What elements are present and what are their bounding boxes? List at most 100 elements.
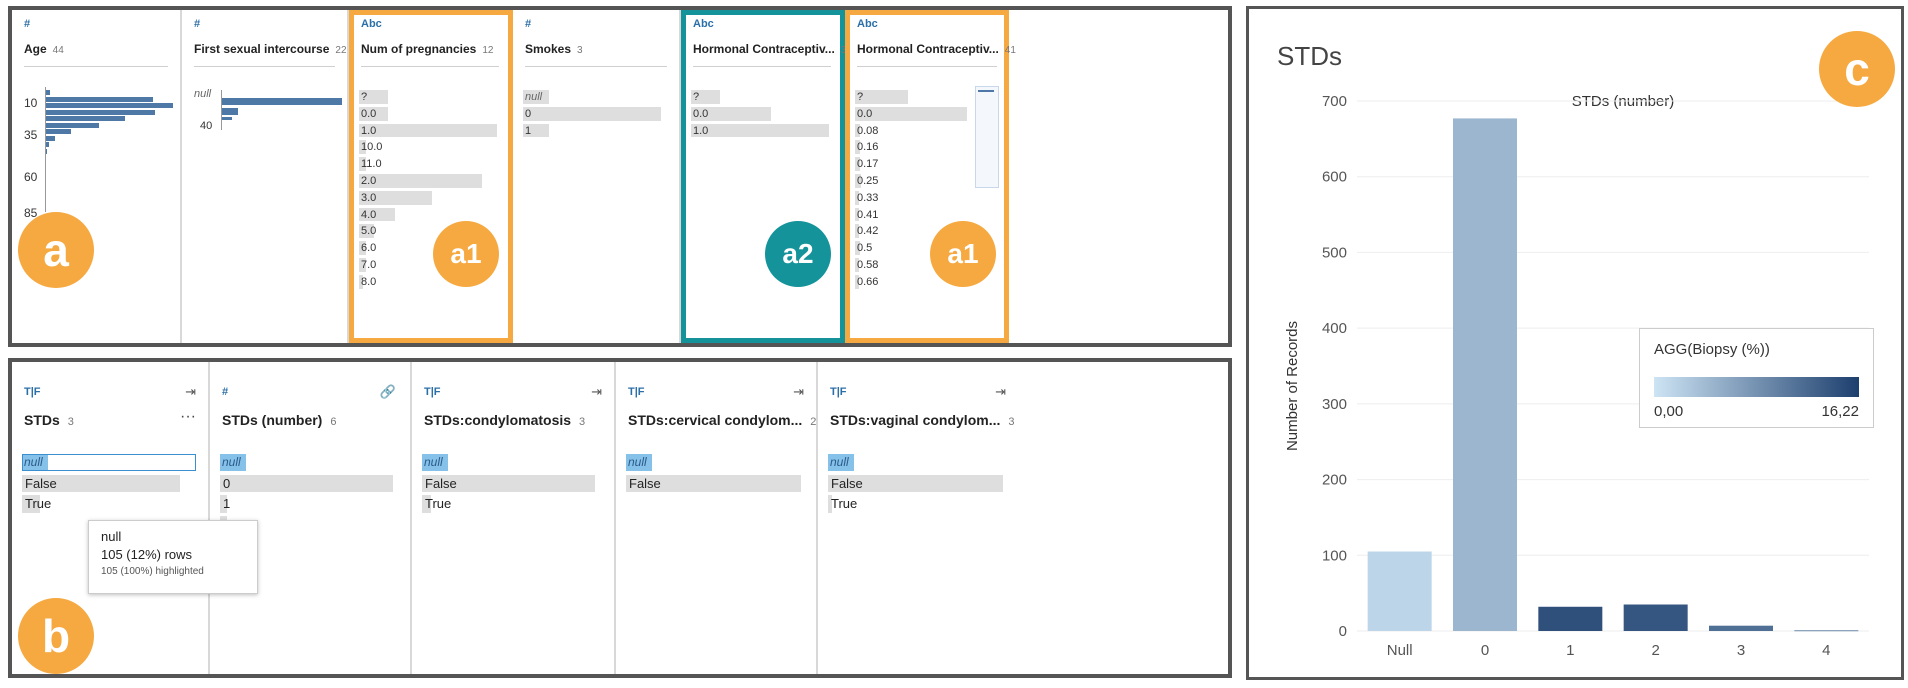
profile-card-hormonal-contraceptives[interactable]: Abc Hormonal Contraceptiv... 3 ? 0.0 1.0 [681, 10, 847, 343]
value-label: 1.0 [361, 124, 377, 137]
profile-card-stds-condylomatosis[interactable]: T|F ⇥ STDs:condylomatosis 3 null False True [412, 362, 616, 674]
card-title: STDs:condylomatosis 3 [424, 412, 586, 428]
legend-gradient [1654, 377, 1859, 397]
badge-c: c [1819, 31, 1895, 107]
chart-bar[interactable] [1367, 551, 1432, 632]
profile-card-stds-vaginal[interactable]: T|F ⇥ STDs:vaginal condylom... 3 null Fals… [818, 362, 1228, 674]
profile-card-stds-number[interactable]: # 🔗 STDs (number)6 null01234 [210, 362, 412, 674]
value-label: ? [361, 91, 368, 103]
x-tick-label: Null [1387, 642, 1413, 659]
axis-line [45, 87, 46, 212]
histogram-bar[interactable] [222, 98, 342, 105]
badge-a1-second: a1 [930, 221, 996, 287]
chart-panel-c: STDs STDs (number) 0 100 200 300 400 500 600 700… [1246, 6, 1904, 680]
value-label: null [830, 455, 849, 469]
selected-value-outline[interactable] [22, 454, 196, 471]
y-tick-label: 200 [1322, 472, 1347, 489]
card-title: Smokes 3 [525, 42, 583, 56]
scroll-overview[interactable] [975, 86, 999, 188]
value-label: False [831, 475, 863, 491]
axis-line [221, 90, 222, 130]
histogram-bar[interactable] [222, 108, 238, 115]
value-label: null [24, 455, 43, 469]
histogram-bar[interactable] [45, 109, 155, 115]
color-legend: AGG(Biopsy (%)) 0,00 16,22 [1639, 328, 1874, 428]
chart-bar[interactable] [1538, 606, 1603, 631]
histogram-bar[interactable] [45, 116, 125, 121]
value-label: null [424, 455, 443, 469]
value-label: 0.08 [857, 124, 879, 137]
profile-card-first-intercourse[interactable]: # First sexual intercourse 22 null 40 [182, 10, 349, 343]
value-label: 0.0 [693, 107, 709, 120]
card-title: Hormonal Contraceptiv... 3 [693, 42, 847, 56]
value-bar[interactable] [220, 474, 393, 492]
value-bar[interactable] [691, 123, 829, 138]
value-label: False [425, 475, 457, 491]
x-tick-label: 4 [1822, 642, 1830, 659]
badge-b: b [18, 598, 94, 674]
legend-title: AGG(Biopsy (%)) [1654, 341, 1770, 358]
string-type-icon: Abc [857, 18, 878, 30]
null-label: null [194, 88, 212, 100]
card-title: Age 44 [24, 42, 64, 56]
value-label: True [831, 496, 858, 511]
profile-panel-b: T|F ⇥ STDs 3 ··· null False True # 🔗 STDs (… [8, 358, 1232, 678]
export-icon[interactable]: ⇥ [185, 384, 196, 400]
value-label: null [525, 91, 543, 103]
x-tick-label: 1 [1566, 642, 1574, 659]
histogram-bar[interactable] [45, 129, 71, 134]
y-tick-label: 400 [1322, 320, 1347, 337]
value-label: 10.0 [361, 141, 383, 154]
histogram-bar[interactable] [222, 117, 232, 120]
attachment-icon[interactable]: 🔗 [380, 384, 396, 400]
card-title: Num of pregnancies 12 [361, 42, 494, 56]
histogram-bar[interactable] [45, 135, 55, 141]
card-title: First sexual intercourse 22 [194, 42, 347, 56]
y-tick-label: 700 [1322, 93, 1347, 110]
export-icon[interactable]: ⇥ [793, 384, 804, 400]
value-label: 8.0 [361, 275, 377, 288]
axis-tick-label: 60 [24, 170, 38, 184]
histogram-bar[interactable] [45, 122, 99, 128]
value-label: 0.25 [857, 175, 879, 187]
profile-card-age[interactable]: # Age 44 10 35 60 85 [12, 10, 182, 343]
profile-card-smokes[interactable]: # Smokes 3 null 0 1 [513, 10, 681, 343]
value-label: 11.0 [361, 158, 382, 171]
axis-tick-label: 35 [24, 128, 38, 142]
chart-bar[interactable] [1709, 625, 1773, 631]
histogram-bar[interactable] [45, 96, 153, 102]
boolean-type-icon: T|F [830, 386, 847, 398]
boolean-type-icon: T|F [424, 386, 441, 398]
value-label: True [425, 496, 452, 511]
value-label: null [222, 455, 241, 469]
number-type-icon: # [525, 18, 532, 30]
x-tick-label: 0 [1481, 642, 1489, 659]
export-icon[interactable]: ⇥ [591, 384, 602, 400]
chart-bar[interactable] [1453, 118, 1517, 631]
more-menu-icon[interactable]: ··· [180, 408, 196, 426]
card-title: Hormonal Contraceptiv... 41 [857, 42, 1016, 56]
value-label: 7.0 [361, 259, 377, 271]
y-axis-label: Number of Records [1284, 321, 1301, 451]
value-label: 0.58 [857, 259, 879, 271]
value-label: False [629, 475, 661, 491]
profile-card-num-pregnancies[interactable]: Abc Num of pregnancies 12 ? 0.0 1.0 10.0 11.0… [349, 10, 513, 343]
profile-card-hormonal-contraceptives-years[interactable]: Abc Hormonal Contraceptiv... 41 ? 0.0 0.08 0… [845, 10, 1016, 343]
card-title: STDs:vaginal condylom... 3 [830, 412, 1015, 428]
value-label: 0.42 [857, 225, 879, 238]
value-bar[interactable] [359, 174, 483, 188]
chart-bar[interactable] [1623, 604, 1688, 632]
value-label: 1 [223, 496, 231, 511]
export-icon[interactable]: ⇥ [995, 384, 1006, 400]
value-bar[interactable] [359, 123, 497, 138]
value-label: 6.0 [361, 242, 377, 255]
value-label: 0.66 [857, 275, 879, 288]
chart-bar[interactable] [1794, 630, 1859, 632]
profile-card-stds-cervical[interactable]: T|F ⇥ STDs:cervical condylom... 2 null Fal… [616, 362, 818, 674]
string-type-icon: Abc [693, 18, 714, 30]
value-label: True [25, 496, 52, 511]
y-tick-label: 300 [1322, 396, 1347, 413]
histogram-bar[interactable] [45, 103, 173, 108]
value-bar[interactable] [523, 106, 661, 121]
value-label: 0.16 [857, 141, 879, 154]
